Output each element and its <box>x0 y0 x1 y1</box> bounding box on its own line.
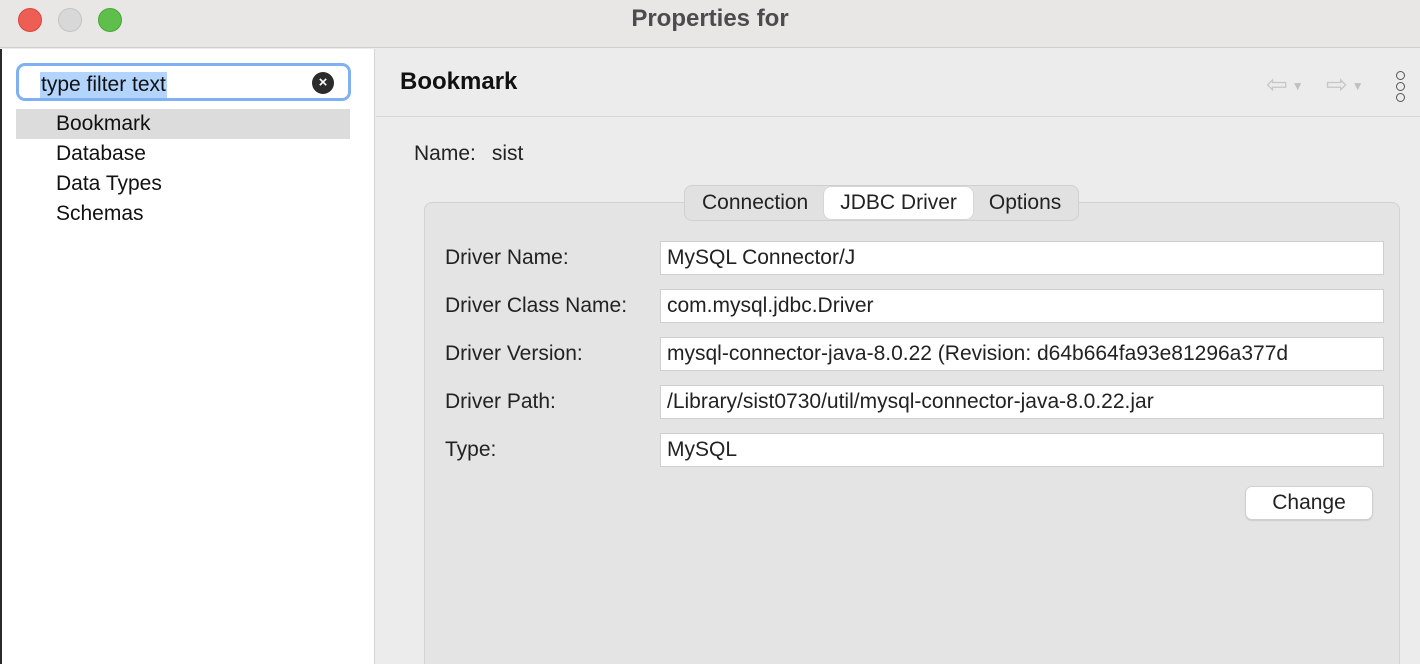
edge-artifact <box>0 564 2 582</box>
edge-artifact <box>0 348 2 366</box>
more-options-icon[interactable] <box>1396 71 1408 104</box>
tree-item-data-types[interactable]: Data Types <box>16 169 350 199</box>
title-bar: Properties for <box>0 0 1420 48</box>
preference-tree: Bookmark Database Data Types Schemas <box>16 109 350 229</box>
driver-version-field[interactable]: mysql-connector-java-8.0.22 (Revision: d… <box>660 337 1384 371</box>
type-label: Type: <box>445 438 497 461</box>
driver-version-label: Driver Version: <box>445 342 583 365</box>
page-title: Bookmark <box>400 68 518 95</box>
sidebar: type filter text × Bookmark Database Dat… <box>0 49 375 664</box>
name-label: Name: <box>414 142 476 165</box>
driver-class-name-field[interactable]: com.mysql.jdbc.Driver <box>660 289 1384 323</box>
tab-jdbc-driver[interactable]: JDBC Driver <box>824 187 973 219</box>
filter-input-text[interactable]: type filter text <box>40 72 167 98</box>
back-arrow-icon[interactable]: ⇦ ▼ <box>1266 71 1304 97</box>
edge-artifact <box>0 446 2 464</box>
page-header: Bookmark ⇦ ▼ ⇨ ▼ <box>376 49 1420 117</box>
forward-arrow-icon[interactable]: ⇨ ▼ <box>1326 71 1364 97</box>
tab-connection[interactable]: Connection <box>686 187 824 219</box>
driver-class-name-label: Driver Class Name: <box>445 294 628 317</box>
tree-item-bookmark[interactable]: Bookmark <box>16 109 350 139</box>
driver-name-label: Driver Name: <box>445 246 569 269</box>
clear-search-icon[interactable]: × <box>312 72 334 94</box>
change-button[interactable]: Change <box>1245 486 1373 520</box>
tab-options[interactable]: Options <box>973 187 1077 219</box>
tab-bar: Connection JDBC Driver Options <box>684 185 1080 221</box>
name-value: sist <box>491 142 524 165</box>
filter-input[interactable]: type filter text × <box>16 63 351 101</box>
window-title: Properties for <box>631 5 789 32</box>
driver-path-field[interactable]: /Library/sist0730/util/mysql-connector-j… <box>660 385 1384 419</box>
tree-item-database[interactable]: Database <box>16 139 350 169</box>
jdbc-driver-group: Driver Name: MySQL Connector/J Driver Cl… <box>424 202 1400 664</box>
edge-artifact <box>0 260 2 278</box>
main-panel: Bookmark ⇦ ▼ ⇨ ▼ Name: sist Connection JDBC… <box>376 49 1420 664</box>
driver-name-field[interactable]: MySQL Connector/J <box>660 241 1384 275</box>
bookmark-name-row: Name: sist <box>414 141 523 167</box>
type-field[interactable]: MySQL <box>660 433 1384 467</box>
tree-item-schemas[interactable]: Schemas <box>16 199 350 229</box>
driver-path-label: Driver Path: <box>445 390 556 413</box>
